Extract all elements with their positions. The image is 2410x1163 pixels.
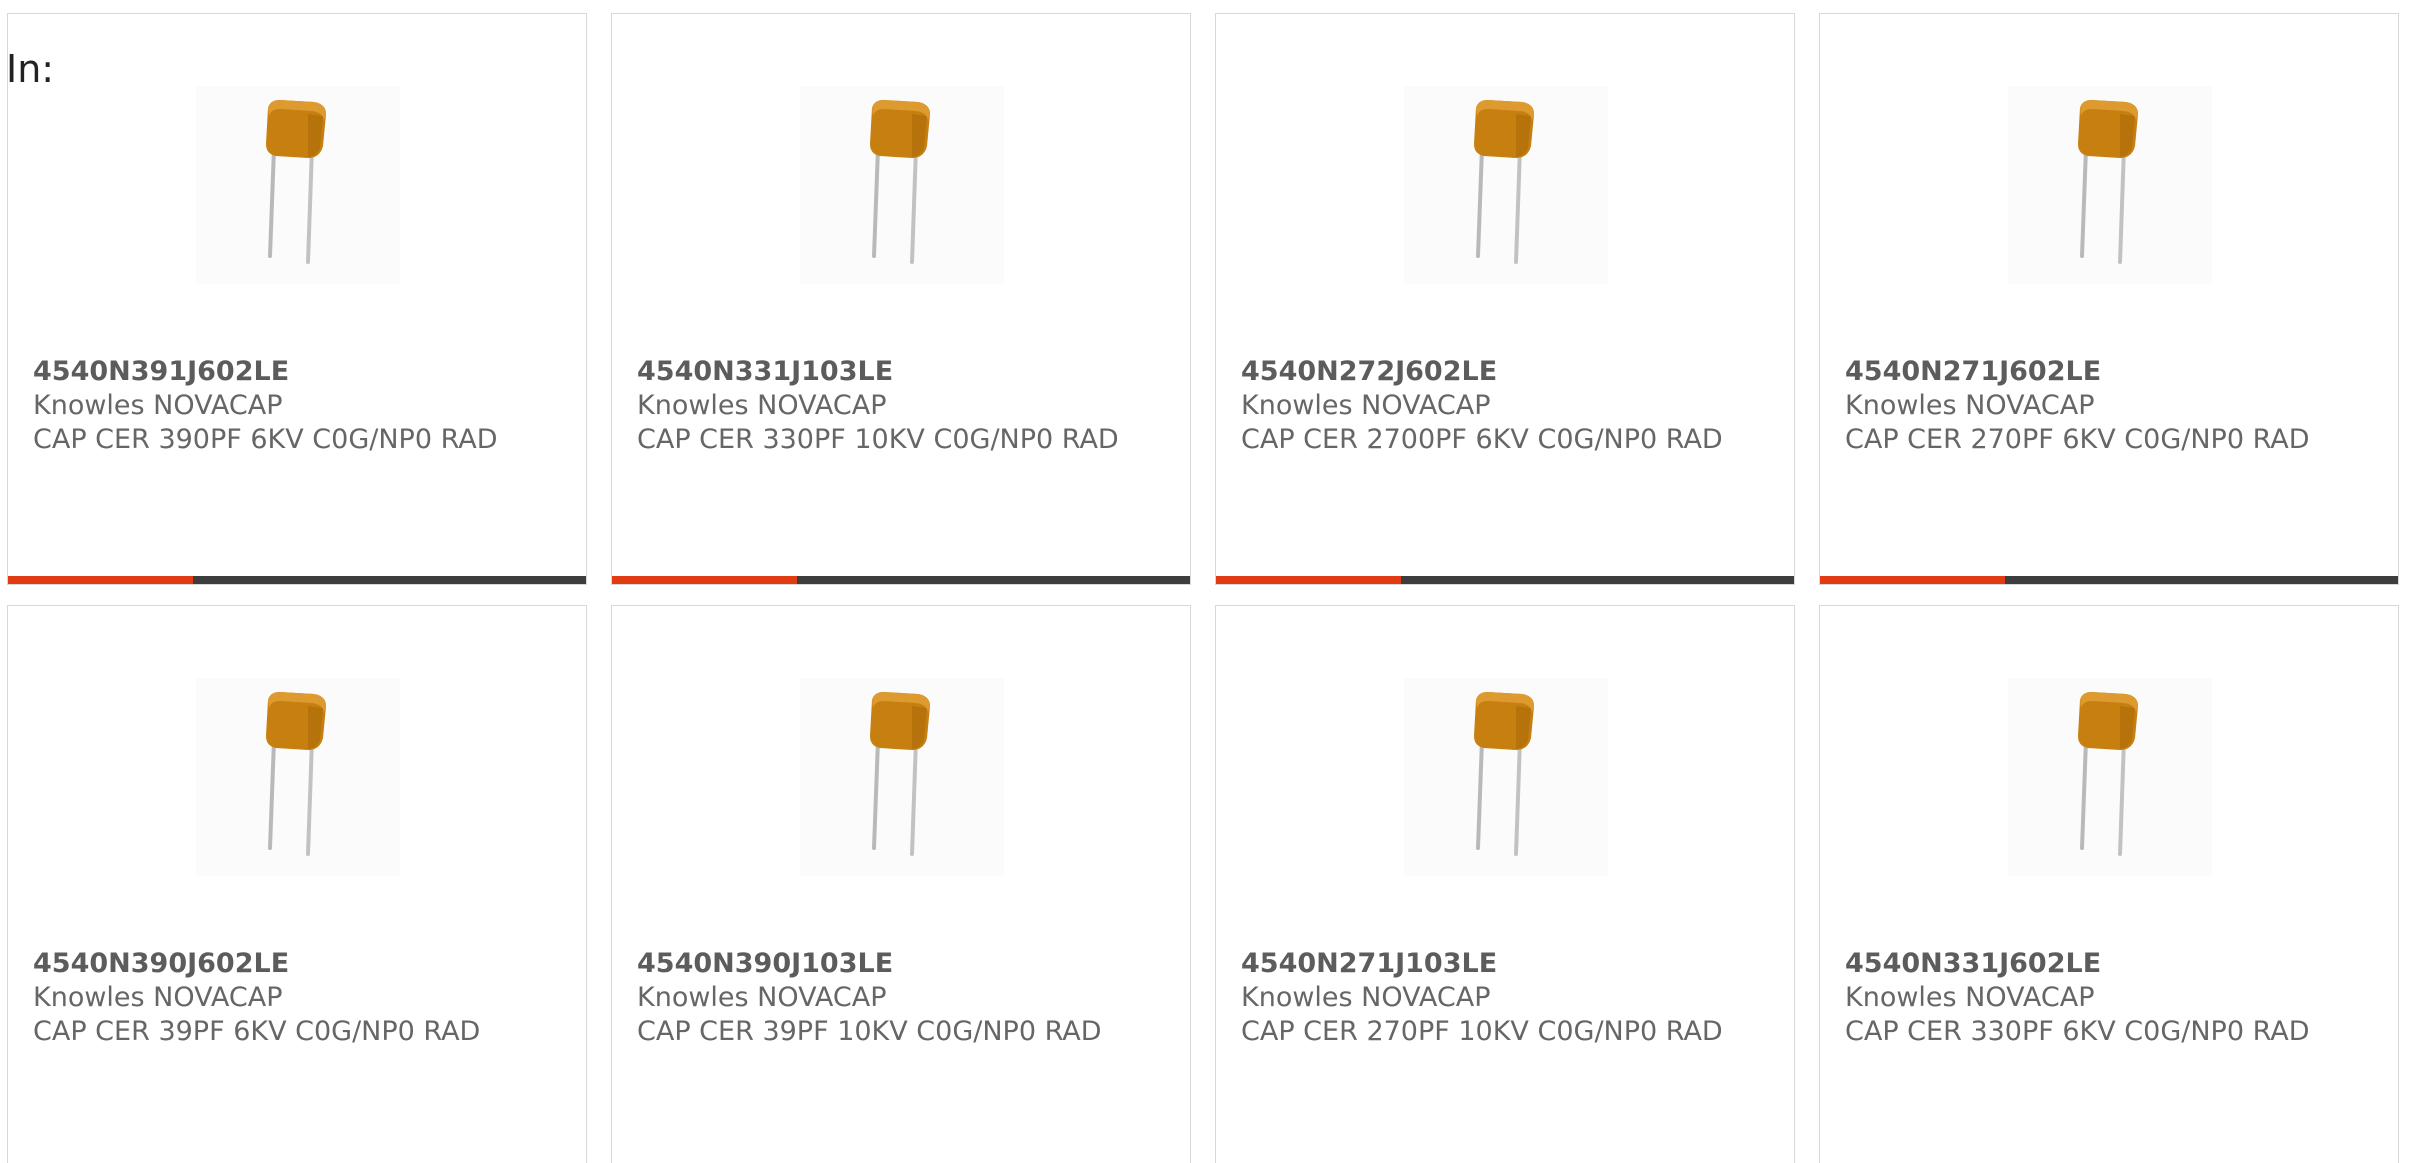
product-card[interactable]: 4540N331J103LE Knowles NOVACAP CAP CER 3… — [611, 13, 1191, 585]
progress-bar-fill — [1216, 576, 1401, 584]
product-description: CAP CER 39PF 10KV C0G/NP0 RAD — [637, 1016, 1102, 1047]
manufacturer-name: Knowles NOVACAP — [33, 390, 283, 421]
manufacturer-name: Knowles NOVACAP — [637, 390, 887, 421]
product-info: 4540N331J602LE Knowles NOVACAP CAP CER 3… — [1845, 947, 2365, 1049]
product-card[interactable]: 4540N390J602LE Knowles NOVACAP CAP CER 3… — [7, 605, 587, 1163]
product-results-page: 4540N391J602LE Knowles NOVACAP CAP CER 3… — [0, 0, 2410, 1163]
progress-bar-fill — [612, 576, 797, 584]
manufacturer-name: Knowles NOVACAP — [637, 982, 887, 1013]
product-info: 4540N272J602LE Knowles NOVACAP CAP CER 2… — [1241, 355, 1761, 457]
product-card[interactable]: 4540N272J602LE Knowles NOVACAP CAP CER 2… — [1215, 13, 1795, 585]
progress-bar — [612, 576, 1190, 584]
progress-bar — [8, 576, 586, 584]
product-card[interactable]: 4540N271J602LE Knowles NOVACAP CAP CER 2… — [1819, 13, 2399, 585]
manufacturer-name: Knowles NOVACAP — [1241, 982, 1491, 1013]
product-description: CAP CER 270PF 6KV C0G/NP0 RAD — [1845, 424, 2310, 455]
progress-bar — [1820, 576, 2398, 584]
product-description: CAP CER 390PF 6KV C0G/NP0 RAD — [33, 424, 498, 455]
part-number-link[interactable]: 4540N390J103LE — [637, 947, 1157, 981]
progress-bar-fill — [1820, 576, 2005, 584]
manufacturer-name: Knowles NOVACAP — [1845, 982, 2095, 1013]
manufacturer-name: Knowles NOVACAP — [33, 982, 283, 1013]
radial-capacitor-image[interactable] — [1404, 678, 1608, 876]
product-info: 4540N271J602LE Knowles NOVACAP CAP CER 2… — [1845, 355, 2365, 457]
product-info: 4540N331J103LE Knowles NOVACAP CAP CER 3… — [637, 355, 1157, 457]
radial-capacitor-image[interactable] — [800, 86, 1004, 284]
product-card[interactable]: 4540N331J602LE Knowles NOVACAP CAP CER 3… — [1819, 605, 2399, 1163]
product-grid: 4540N391J602LE Knowles NOVACAP CAP CER 3… — [7, 13, 2401, 1163]
radial-capacitor-image[interactable] — [2008, 86, 2212, 284]
radial-capacitor-image[interactable] — [196, 678, 400, 876]
progress-bar-fill — [8, 576, 193, 584]
product-card[interactable]: 4540N390J103LE Knowles NOVACAP CAP CER 3… — [611, 605, 1191, 1163]
radial-capacitor-image[interactable] — [800, 678, 1004, 876]
product-description: CAP CER 270PF 10KV C0G/NP0 RAD — [1241, 1016, 1723, 1047]
product-info: 4540N390J103LE Knowles NOVACAP CAP CER 3… — [637, 947, 1157, 1049]
part-number-link[interactable]: 4540N391J602LE — [33, 355, 553, 389]
product-description: CAP CER 39PF 6KV C0G/NP0 RAD — [33, 1016, 481, 1047]
part-number-link[interactable]: 4540N271J602LE — [1845, 355, 2365, 389]
product-info: 4540N391J602LE Knowles NOVACAP CAP CER 3… — [33, 355, 553, 457]
product-card[interactable]: 4540N391J602LE Knowles NOVACAP CAP CER 3… — [7, 13, 587, 585]
product-description: CAP CER 330PF 10KV C0G/NP0 RAD — [637, 424, 1119, 455]
part-number-link[interactable]: 4540N272J602LE — [1241, 355, 1761, 389]
radial-capacitor-image[interactable] — [196, 86, 400, 284]
part-number-link[interactable]: 4540N390J602LE — [33, 947, 553, 981]
part-number-link[interactable]: 4540N331J103LE — [637, 355, 1157, 389]
product-info: 4540N271J103LE Knowles NOVACAP CAP CER 2… — [1241, 947, 1761, 1049]
radial-capacitor-image[interactable] — [2008, 678, 2212, 876]
manufacturer-name: Knowles NOVACAP — [1845, 390, 2095, 421]
product-description: CAP CER 330PF 6KV C0G/NP0 RAD — [1845, 1016, 2310, 1047]
part-number-link[interactable]: 4540N271J103LE — [1241, 947, 1761, 981]
product-description: CAP CER 2700PF 6KV C0G/NP0 RAD — [1241, 424, 1723, 455]
radial-capacitor-image[interactable] — [1404, 86, 1608, 284]
part-number-link[interactable]: 4540N331J602LE — [1845, 947, 2365, 981]
manufacturer-name: Knowles NOVACAP — [1241, 390, 1491, 421]
filter-in-label: In: — [6, 47, 55, 91]
product-card[interactable]: 4540N271J103LE Knowles NOVACAP CAP CER 2… — [1215, 605, 1795, 1163]
product-info: 4540N390J602LE Knowles NOVACAP CAP CER 3… — [33, 947, 553, 1049]
progress-bar — [1216, 576, 1794, 584]
